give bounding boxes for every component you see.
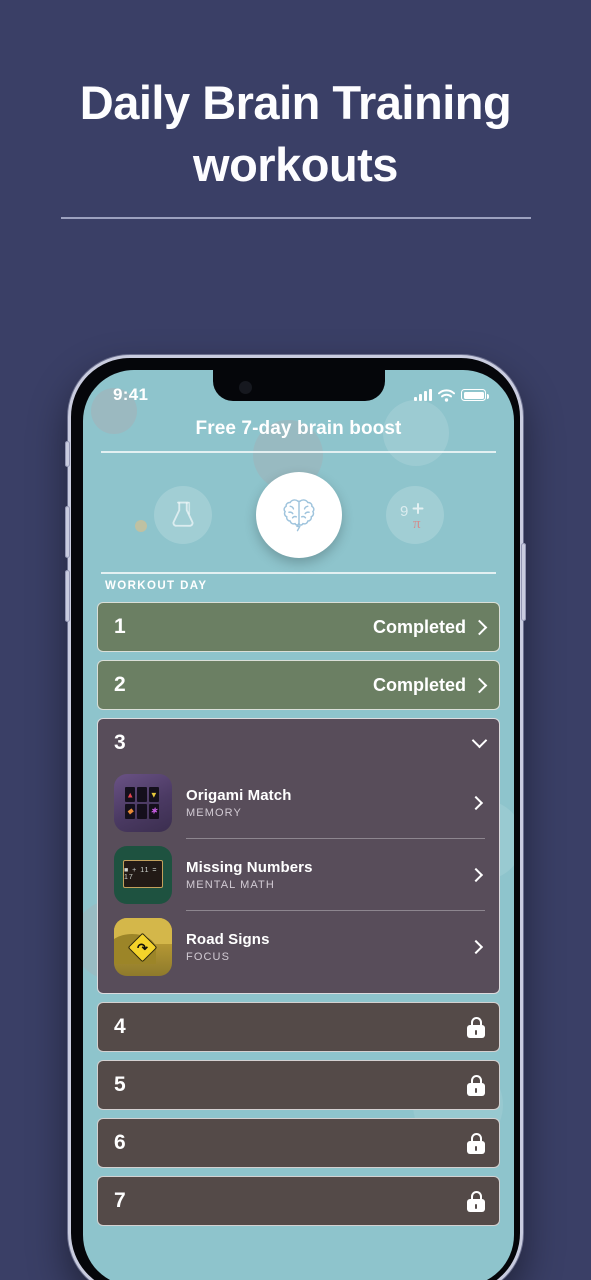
game-list: ▲ ▼ ◆ ✱ Origami Match MEMORY ■ + 11 = 17…: [98, 767, 499, 993]
day-status-group: Completed: [372, 616, 488, 638]
volume-down-button[interactable]: [65, 570, 70, 622]
day-status-text: Completed: [372, 616, 466, 637]
battery-full-icon: [461, 389, 489, 401]
category-item-math[interactable]: 9 π: [385, 486, 444, 544]
day-status-text: Completed: [372, 674, 466, 695]
cellular-signal-icon: [414, 389, 432, 401]
day-card-6[interactable]: 6: [97, 1118, 500, 1168]
svg-text:9: 9: [400, 503, 408, 520]
headline-divider: [60, 217, 531, 220]
flask-icon: [172, 501, 193, 527]
svg-text:π: π: [413, 516, 421, 531]
volume-up-button[interactable]: [65, 506, 70, 558]
day-row-2[interactable]: 2 Completed: [98, 661, 499, 709]
mute-switch-button[interactable]: [65, 441, 70, 467]
game-meta: Road Signs FOCUS: [186, 931, 471, 963]
category-carousel[interactable]: 9 π: [83, 460, 514, 570]
lock-icon: [467, 1016, 485, 1038]
day-row-1[interactable]: 1 Completed: [98, 603, 499, 651]
day-row-7[interactable]: 7: [98, 1177, 499, 1225]
day-card-1[interactable]: 1 Completed: [97, 602, 500, 652]
category-item-science[interactable]: [153, 486, 212, 544]
day-row-4[interactable]: 4: [98, 1003, 499, 1051]
chevron-right-icon: [468, 939, 484, 955]
workout-day-list: 1 Completed 2 Completed 3 ▲ ▼ ◆ ✱ Origam…: [97, 602, 500, 1234]
thumbnail-grid: ▲ ▼ ◆ ✱: [125, 787, 159, 819]
day-number: 1: [114, 615, 126, 638]
day-card-5[interactable]: 5: [97, 1060, 500, 1110]
lock-icon: [467, 1074, 485, 1096]
game-category: MEMORY: [186, 807, 242, 819]
day-number: 3: [114, 731, 126, 754]
thumbnail-board: ■ + 11 = 17: [123, 860, 163, 888]
game-meta: Origami Match MEMORY: [186, 787, 471, 819]
game-category: FOCUS: [186, 951, 230, 963]
road-sign-thumbnail: ↷: [114, 918, 172, 976]
headline-line-1: Daily Brain Training: [79, 76, 512, 129]
game-title: Road Signs: [186, 931, 270, 948]
day-card-2[interactable]: 2 Completed: [97, 660, 500, 710]
phone-screen: 9:41 Free 7-day brain boost 9 π WORKOUT …: [83, 370, 514, 1280]
day-row-5[interactable]: 5: [98, 1061, 499, 1109]
day-card-4[interactable]: 4: [97, 1002, 500, 1052]
day-card-7[interactable]: 7: [97, 1176, 500, 1226]
day-number: 5: [114, 1073, 126, 1096]
header-divider-bottom: [101, 572, 496, 574]
hero-section: Daily Brain Training workouts: [0, 72, 591, 220]
day-number: 2: [114, 673, 126, 696]
app-header-title: Free 7-day brain boost: [195, 418, 402, 439]
wifi-icon: [438, 388, 455, 402]
power-button[interactable]: [521, 543, 526, 621]
lock-icon: [467, 1190, 485, 1212]
u-turn-arrow-icon: ↷: [137, 940, 148, 955]
page-title: Daily Brain Training workouts: [0, 72, 591, 196]
game-title: Missing Numbers: [186, 859, 313, 876]
brain-icon: [282, 499, 315, 532]
game-title: Origami Match: [186, 787, 292, 804]
chevron-right-icon: [468, 795, 484, 811]
section-label-workout-day: WORKOUT DAY: [105, 580, 208, 592]
day-row-3[interactable]: 3: [98, 719, 499, 767]
day-row-6[interactable]: 6: [98, 1119, 499, 1167]
chevron-right-icon: [471, 619, 488, 635]
day-number: 6: [114, 1131, 126, 1154]
origami-grid-thumbnail: ▲ ▼ ◆ ✱: [114, 774, 172, 832]
status-bar-icons: [414, 388, 489, 402]
game-row-missing-numbers[interactable]: ■ + 11 = 17 Missing Numbers MENTAL MATH: [98, 839, 499, 911]
header-divider-top: [101, 451, 496, 453]
day-number: 7: [114, 1189, 126, 1212]
day-status-group: Completed: [372, 674, 488, 696]
game-row-road-signs[interactable]: ↷ Road Signs FOCUS: [98, 911, 499, 983]
phone-mockup: 9:41 Free 7-day brain boost 9 π WORKOUT …: [65, 355, 526, 1280]
game-row-origami-match[interactable]: ▲ ▼ ◆ ✱ Origami Match MEMORY: [98, 767, 499, 839]
chevron-right-icon: [471, 677, 488, 693]
math-icon: 9 π: [400, 503, 423, 531]
headline-line-2: workouts: [193, 138, 398, 192]
game-category: MENTAL MATH: [186, 879, 275, 891]
chevron-right-icon: [468, 867, 484, 883]
day-number: 4: [114, 1015, 126, 1038]
day-card-3[interactable]: 3 ▲ ▼ ◆ ✱ Origami Match MEMORY ■ + 11 = …: [97, 718, 500, 994]
lock-icon: [467, 1132, 485, 1154]
status-bar: 9:41: [83, 370, 514, 416]
status-bar-time: 9:41: [113, 385, 149, 404]
chevron-down-icon[interactable]: [471, 732, 488, 749]
game-meta: Missing Numbers MENTAL MATH: [186, 859, 471, 891]
chalkboard-thumbnail: ■ + 11 = 17: [114, 846, 172, 904]
category-item-brain[interactable]: [255, 472, 342, 558]
